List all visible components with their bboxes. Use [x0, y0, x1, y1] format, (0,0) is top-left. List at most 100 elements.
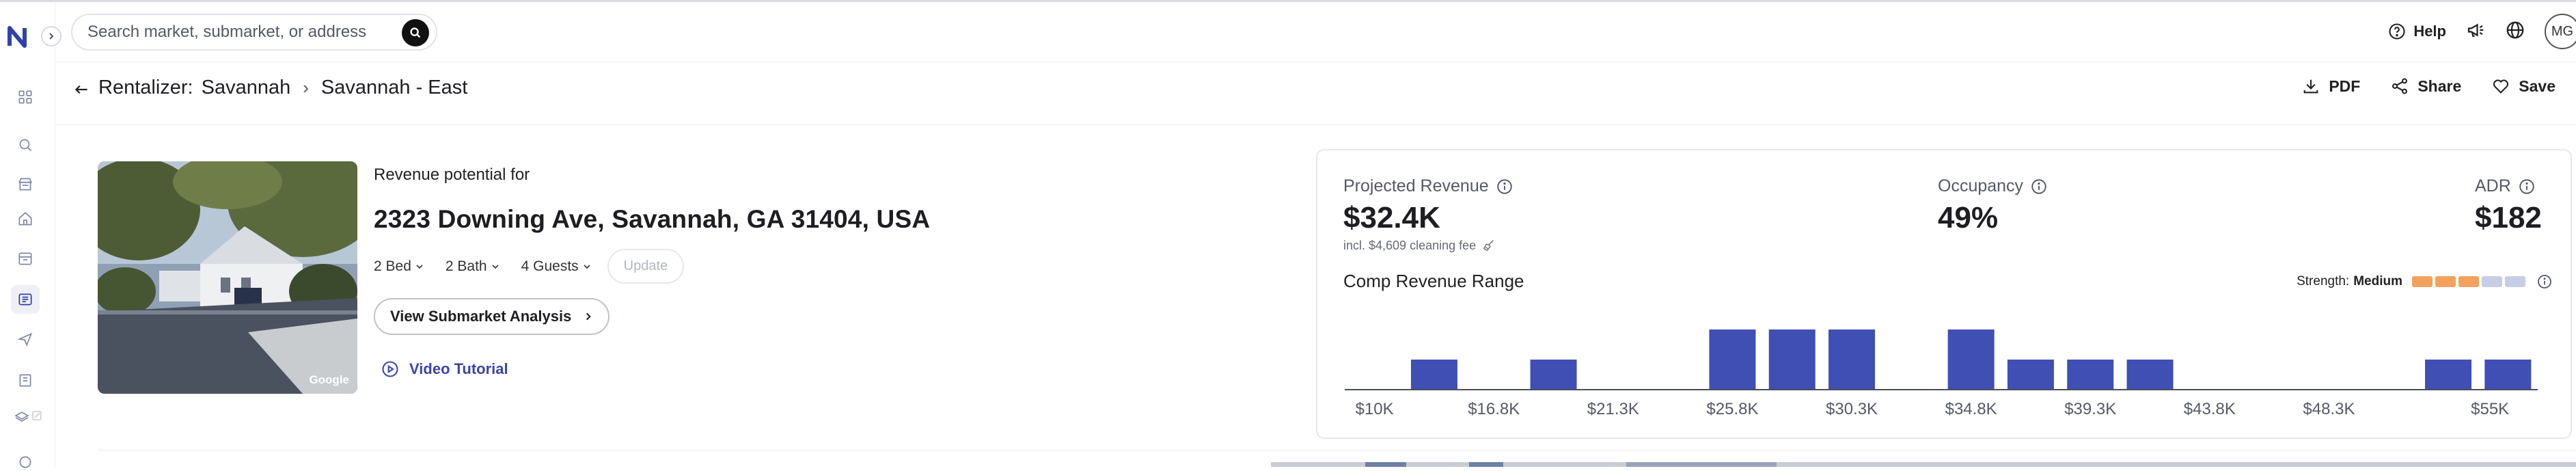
help-icon [2389, 23, 2405, 40]
property-filters: 2 Bed 2 Bath 4 Guests Update [374, 249, 685, 284]
save-button[interactable]: Save [2491, 77, 2556, 96]
breadcrumb-product: Rentalizer: [98, 77, 193, 98]
strength-value: Medium [2353, 274, 2402, 288]
calendar-icon[interactable] [16, 250, 34, 267]
x-tick-label: $25.8K [1706, 400, 1758, 418]
projected-revenue-label-text: Projected Revenue [1343, 176, 1489, 196]
revenue-potential-label: Revenue potential for [374, 165, 530, 184]
x-tick-label: $39.3K [2064, 400, 2116, 418]
app-logo-icon[interactable] [7, 23, 30, 50]
chevron-down-icon [584, 264, 590, 269]
pdf-label: PDF [2329, 77, 2361, 95]
histogram-bar[interactable] [1709, 329, 1756, 390]
histogram-bar[interactable] [1768, 329, 1815, 390]
adr-label: ADR [2475, 176, 2536, 196]
submarket-button-label: View Submarket Analysis [390, 308, 572, 325]
strength-label: Strength: [2297, 274, 2350, 288]
home-icon[interactable] [16, 210, 34, 228]
histogram-bar[interactable] [1410, 360, 1457, 390]
share-label: Share [2417, 77, 2462, 95]
beds-value: 2 Bed [374, 258, 411, 274]
play-circle-icon [382, 361, 398, 377]
histogram-bar[interactable] [2007, 360, 2054, 390]
building-icon[interactable] [16, 371, 34, 389]
histogram-bar[interactable] [2484, 360, 2532, 390]
strength-segment [2482, 276, 2502, 287]
globe-icon [2506, 21, 2524, 38]
info-icon[interactable] [2536, 273, 2553, 290]
info-icon[interactable] [1496, 178, 1513, 196]
histogram-bar[interactable] [1530, 360, 1577, 390]
property-address: 2323 Downing Ave, Savannah, GA 31404, US… [374, 205, 931, 233]
help-button[interactable]: Help [2387, 22, 2446, 41]
save-label: Save [2519, 77, 2556, 95]
chevron-down-icon [492, 264, 499, 269]
baths-dropdown[interactable]: 2 Bath [446, 258, 499, 275]
projected-revenue-label: Projected Revenue [1343, 176, 1513, 196]
x-tick-label: $34.8K [1945, 400, 1997, 418]
megaphone-icon [2467, 23, 2484, 37]
occupancy-label: Occupancy [1938, 176, 2048, 196]
dashboard-icon[interactable] [16, 88, 34, 106]
video-tutorial-label: Video Tutorial [409, 360, 508, 377]
strength-meter [2412, 276, 2525, 287]
update-button[interactable]: Update [607, 249, 685, 284]
histogram-bar[interactable] [2425, 360, 2472, 390]
metrics-panel: Projected Revenue $32.4K incl. $4,609 cl… [1316, 149, 2572, 439]
search-button[interactable] [402, 19, 429, 46]
send-icon[interactable] [16, 330, 34, 348]
strength-segment [2435, 276, 2456, 287]
cleaning-fee-note: incl. $4,609 cleaning fee [1343, 238, 1496, 253]
expand-sidebar-button[interactable] [41, 26, 61, 46]
chevron-right-icon: › [303, 77, 309, 98]
x-tick-label: $48.3K [2303, 400, 2355, 418]
strength-segment [2412, 276, 2433, 287]
guests-value: 4 Guests [521, 258, 579, 274]
share-icon [2392, 78, 2408, 94]
histogram-bar[interactable] [2067, 360, 2114, 390]
comp-revenue-range-title: Comp Revenue Range [1343, 271, 1524, 291]
help-label: Help [2413, 23, 2446, 40]
x-tick-label: $10K [1356, 400, 1394, 418]
comp-revenue-chart: $10K $16.8K $21.3K $25.8K $30.3K $34.8K $39.3K… [1345, 329, 2538, 418]
avatar-initials: MG [2551, 23, 2574, 39]
x-tick-label: $16.8K [1468, 400, 1520, 418]
language-button[interactable] [2505, 20, 2525, 44]
settings-icon[interactable] [16, 453, 34, 471]
chevron-right-icon [49, 33, 54, 40]
broom-icon [1483, 240, 1494, 252]
download-icon [2303, 79, 2318, 94]
property-photo: Google [98, 161, 357, 394]
user-avatar[interactable]: MG [2545, 14, 2576, 49]
search-input[interactable] [87, 23, 388, 42]
page-actions: PDF Share Save [2301, 77, 2556, 96]
search-nav-icon[interactable] [16, 136, 34, 154]
top-right-toolbar: Help MG [2387, 14, 2576, 49]
info-icon[interactable] [2518, 178, 2536, 196]
breadcrumb-market[interactable]: Savannah [202, 77, 291, 99]
histogram-bar[interactable] [1828, 329, 1876, 390]
histogram-bar[interactable] [2126, 360, 2174, 390]
pdf-button[interactable]: PDF [2301, 77, 2360, 96]
view-submarket-analysis-button[interactable]: View Submarket Analysis [374, 298, 610, 335]
video-tutorial-link[interactable]: Video Tutorial [381, 360, 508, 379]
layers-edit-icon[interactable] [14, 407, 45, 425]
occupancy-value: 49% [1938, 201, 1999, 234]
baths-value: 2 Bath [445, 258, 487, 274]
share-button[interactable]: Share [2390, 77, 2461, 96]
strength-segment [2458, 276, 2479, 287]
search-bar[interactable] [71, 14, 437, 51]
rentalizer-nav-icon[interactable] [11, 285, 40, 314]
guests-dropdown[interactable]: 4 Guests [521, 258, 591, 275]
announcements-button[interactable] [2465, 20, 2486, 44]
back-button[interactable] [72, 81, 90, 98]
arrow-left-icon [74, 85, 87, 94]
strength-segment [2505, 276, 2525, 287]
breadcrumb-submarket[interactable]: Savannah - East [321, 77, 467, 99]
info-icon[interactable] [2030, 178, 2048, 196]
adr-label-text: ADR [2475, 176, 2511, 196]
chevron-right-icon [586, 312, 592, 321]
beds-dropdown[interactable]: 2 Bed [374, 258, 424, 275]
histogram-bar[interactable] [1947, 329, 1995, 390]
store-icon[interactable] [16, 176, 34, 193]
